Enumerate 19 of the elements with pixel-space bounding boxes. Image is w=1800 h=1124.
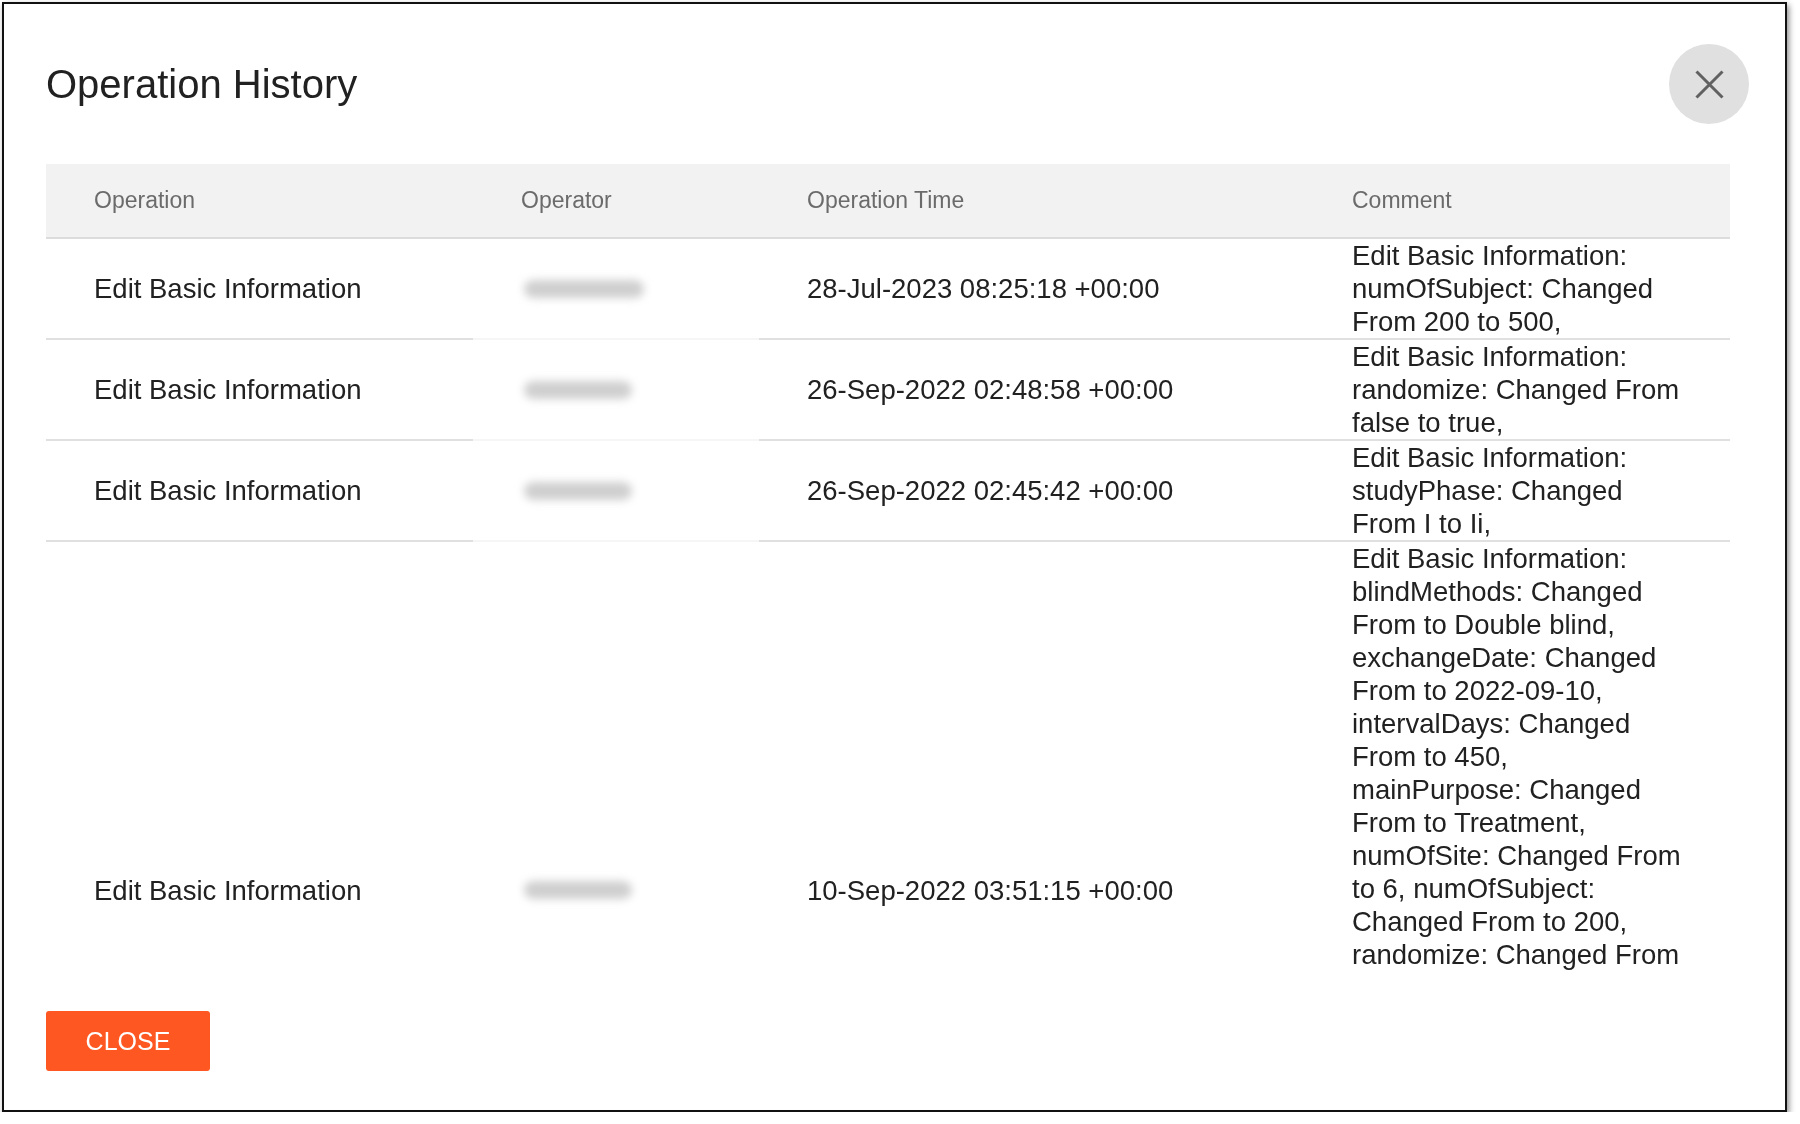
column-header: Operation [94,187,195,214]
close-button[interactable]: CLOSE [46,1011,210,1071]
column-header: Operator [521,187,612,214]
operation-text: Edit Basic Information [94,373,362,406]
comment-text: Edit Basic Information: randomize: Changed From false to true, [1352,340,1681,439]
operation-time: 10-Sep-2022 03:51:15 +00:00 [807,873,1174,907]
operation-time: 26-Sep-2022 02:48:58 +00:00 [807,373,1174,406]
operation-time: 28-Jul-2023 08:25:18 +00:00 [807,272,1160,305]
operation-text: Edit Basic Information [94,873,362,907]
column-header: Comment [1352,187,1452,214]
operation-time: 26-Sep-2022 02:45:42 +00:00 [807,474,1174,507]
close-icon [1694,69,1724,99]
operation-text: Edit Basic Information [94,272,362,305]
comment-text: Edit Basic Information: numOfSubject: Changed From 200 to 500, [1352,239,1655,338]
dialog-title: Operation History [46,61,358,107]
comment-text: Edit Basic Information: studyPhase: Changed From I to Ii, [1352,441,1629,540]
column-header: Operation Time [807,187,965,214]
comment-text: Edit Basic Information: blindMethods: Changed From to Double blind, exchangeDate: Changed From to 2022-09-10, intervalDays: Changed From to 450, mainPurpose: Changed From to Treatment, numOfSite: Changed From to 6, numOfSubject: Changed From to 200, randomize: Changed From [1352,542,1682,971]
operation-text: Edit Basic Information [94,474,362,507]
